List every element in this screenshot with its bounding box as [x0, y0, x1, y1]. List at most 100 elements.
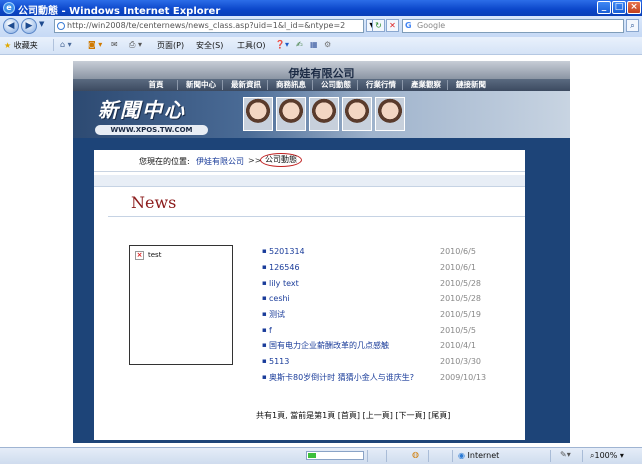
safety-menu[interactable]: 安全(S): [196, 40, 223, 51]
url-field[interactable]: http://win2008/te/centernews/news_class.…: [54, 19, 364, 33]
news-item[interactable]: ▪ 测试 2010/5/19: [262, 308, 502, 321]
image-alt-text: test: [148, 251, 162, 259]
toolbar-separator: [53, 39, 54, 51]
status-separator: [550, 450, 551, 462]
news-item-date: 2009/10/13: [440, 373, 487, 382]
news-item-title[interactable]: 测试: [269, 308, 285, 321]
minimize-button[interactable]: _: [597, 1, 611, 14]
status-separator: [367, 450, 368, 462]
progress-fill: [308, 453, 316, 458]
nav-item-industry-market[interactable]: 行業行情: [360, 80, 403, 90]
nav-item-news-center[interactable]: 新聞中心: [180, 80, 223, 90]
bullet-icon: ▪: [262, 310, 267, 318]
news-item[interactable]: ▪ 5201314 2010/6/5: [262, 245, 502, 258]
back-button[interactable]: ◀: [3, 18, 19, 34]
news-item[interactable]: ▪ 奥斯卡80岁倒计时 猜猜小金人与谁庆生? 2009/10/13: [262, 371, 502, 384]
protected-mode-icon[interactable]: ✎▾: [560, 450, 571, 459]
breadcrumb: 您現在的位置: 伊娃有限公司 >> 公司動態: [94, 151, 525, 172]
close-button[interactable]: ×: [627, 1, 641, 14]
news-item-date: 2010/5/19: [440, 310, 482, 319]
feeds-icon[interactable]: ◙ ▾: [88, 40, 102, 49]
news-item-title[interactable]: 126546: [269, 261, 300, 274]
banner-photo: [342, 97, 372, 131]
globe-icon: ◉: [458, 451, 465, 460]
window-title: 公司動態 - Windows Internet Explorer: [18, 6, 221, 17]
zone-label: Internet: [467, 451, 500, 460]
command-bar: ★ 收藏夹 ⌂ ▾ ◙ ▾ ✉ ⎙ ▾ 页面(P) 安全(S) 工具(O) ❓▾…: [0, 37, 642, 55]
news-item-date: 2010/5/28: [440, 279, 482, 288]
maximize-button[interactable]: □: [612, 1, 626, 14]
status-separator: [452, 450, 453, 462]
site-nav: 首頁 新聞中心 最新資訊 商務訊息 公司動態 行業行情 產業觀察 鏈接新聞: [73, 79, 570, 91]
bullet-icon: ▪: [262, 279, 267, 287]
search-icon[interactable]: ⌕: [626, 19, 639, 32]
nav-item-industry-watch[interactable]: 產業觀察: [405, 80, 448, 90]
forward-button[interactable]: ▶: [21, 18, 37, 34]
bullet-icon: ▪: [262, 373, 267, 381]
refresh-icon[interactable]: ↻: [372, 19, 385, 32]
site-header: 伊娃有限公司 首頁 新聞中心 最新資訊 商務訊息 公司動態 行業行情 產業觀察 …: [73, 61, 570, 138]
research-icon[interactable]: ✍: [296, 40, 303, 49]
favorites-label: 收藏夹: [13, 41, 38, 50]
settings-icon[interactable]: ⚙: [324, 40, 331, 49]
url-text: http://win2008/te/centernews/news_class.…: [67, 21, 346, 30]
news-item-date: 2010/4/1: [440, 341, 476, 350]
breadcrumb-current: 公司動態: [260, 153, 302, 167]
news-item[interactable]: ▪ lily text 2010/5/28: [262, 277, 502, 290]
print-icon[interactable]: ⎙ ▾: [129, 40, 142, 50]
breadcrumb-link-home[interactable]: 伊娃有限公司: [196, 156, 244, 167]
bullet-icon: ▪: [262, 341, 267, 349]
home-icon[interactable]: ⌂ ▾: [60, 40, 72, 49]
page-menu[interactable]: 页面(P): [157, 40, 184, 51]
bullet-icon: ▪: [262, 294, 267, 302]
news-item-date: 2010/6/1: [440, 263, 476, 272]
news-image: × test: [129, 245, 233, 365]
zoom-value: 100%: [594, 451, 618, 460]
news-item-title[interactable]: ceshi: [269, 292, 290, 305]
nav-item-business-info[interactable]: 商務訊息: [270, 80, 313, 90]
search-input[interactable]: G Google: [402, 19, 624, 33]
read-mail-icon[interactable]: ✉: [111, 40, 118, 49]
nav-item-latest-info[interactable]: 最新資訊: [225, 80, 268, 90]
google-icon: G: [405, 21, 412, 30]
news-item[interactable]: ▪ ceshi 2010/5/28: [262, 292, 502, 305]
news-item-title[interactable]: 5201314: [269, 245, 305, 258]
news-item-title[interactable]: 国有电力企业薪酬改革的几点感触: [269, 339, 389, 352]
page-icon: [57, 22, 65, 30]
status-separator: [428, 450, 429, 462]
zoom-level[interactable]: ⌕100% ▾: [590, 451, 624, 461]
nav-item-link-news[interactable]: 鏈接新聞: [450, 80, 492, 90]
bullet-icon: ▪: [262, 326, 267, 334]
bullet-icon: ▪: [262, 247, 267, 255]
news-item[interactable]: ▪ 126546 2010/6/1: [262, 261, 502, 274]
nav-item-company-news[interactable]: 公司動態: [315, 80, 358, 90]
news-heading: News: [131, 193, 177, 212]
section-divider: [94, 175, 525, 187]
banner-photo: [243, 97, 273, 131]
pagination[interactable]: 共有1頁, 當前是第1頁 [首頁] [上一頁] [下一頁] [尾頁]: [256, 410, 450, 421]
stop-icon[interactable]: ✕: [386, 19, 399, 32]
news-item[interactable]: ▪ 国有电力企业薪酬改革的几点感触 2010/4/1: [262, 339, 502, 352]
broken-image-icon: ×: [135, 251, 144, 260]
news-item-title[interactable]: f: [269, 324, 272, 337]
history-dropdown-icon[interactable]: ▼: [39, 20, 44, 28]
bullet-icon: ▪: [262, 357, 267, 365]
progress-bar: [306, 451, 364, 460]
favorites-button[interactable]: ★ 收藏夹: [4, 40, 38, 51]
news-item-title[interactable]: 奥斯卡80岁倒计时 猜猜小金人与谁庆生?: [269, 371, 414, 384]
news-item-date: 2010/5/28: [440, 294, 482, 303]
security-zone[interactable]: ◉ Internet: [458, 451, 499, 460]
header-top: 伊娃有限公司: [73, 61, 570, 80]
help-icon[interactable]: ❓▾: [275, 40, 289, 49]
heading-rule: [108, 216, 525, 217]
tools-menu[interactable]: 工具(O): [237, 40, 266, 51]
nav-item-home[interactable]: 首頁: [135, 80, 178, 90]
news-item-title[interactable]: lily text: [269, 277, 299, 290]
status-bar: ◍ ◉ Internet ✎▾ ⌕100% ▾: [0, 447, 642, 464]
news-item-title[interactable]: 5113: [269, 355, 289, 368]
translate-icon[interactable]: ▦: [310, 40, 318, 49]
popup-blocker-icon[interactable]: ◍: [412, 450, 419, 459]
news-item[interactable]: ▪ f 2010/5/5: [262, 324, 502, 337]
breadcrumb-label: 您現在的位置:: [139, 157, 190, 166]
news-item[interactable]: ▪ 5113 2010/3/30: [262, 355, 502, 368]
